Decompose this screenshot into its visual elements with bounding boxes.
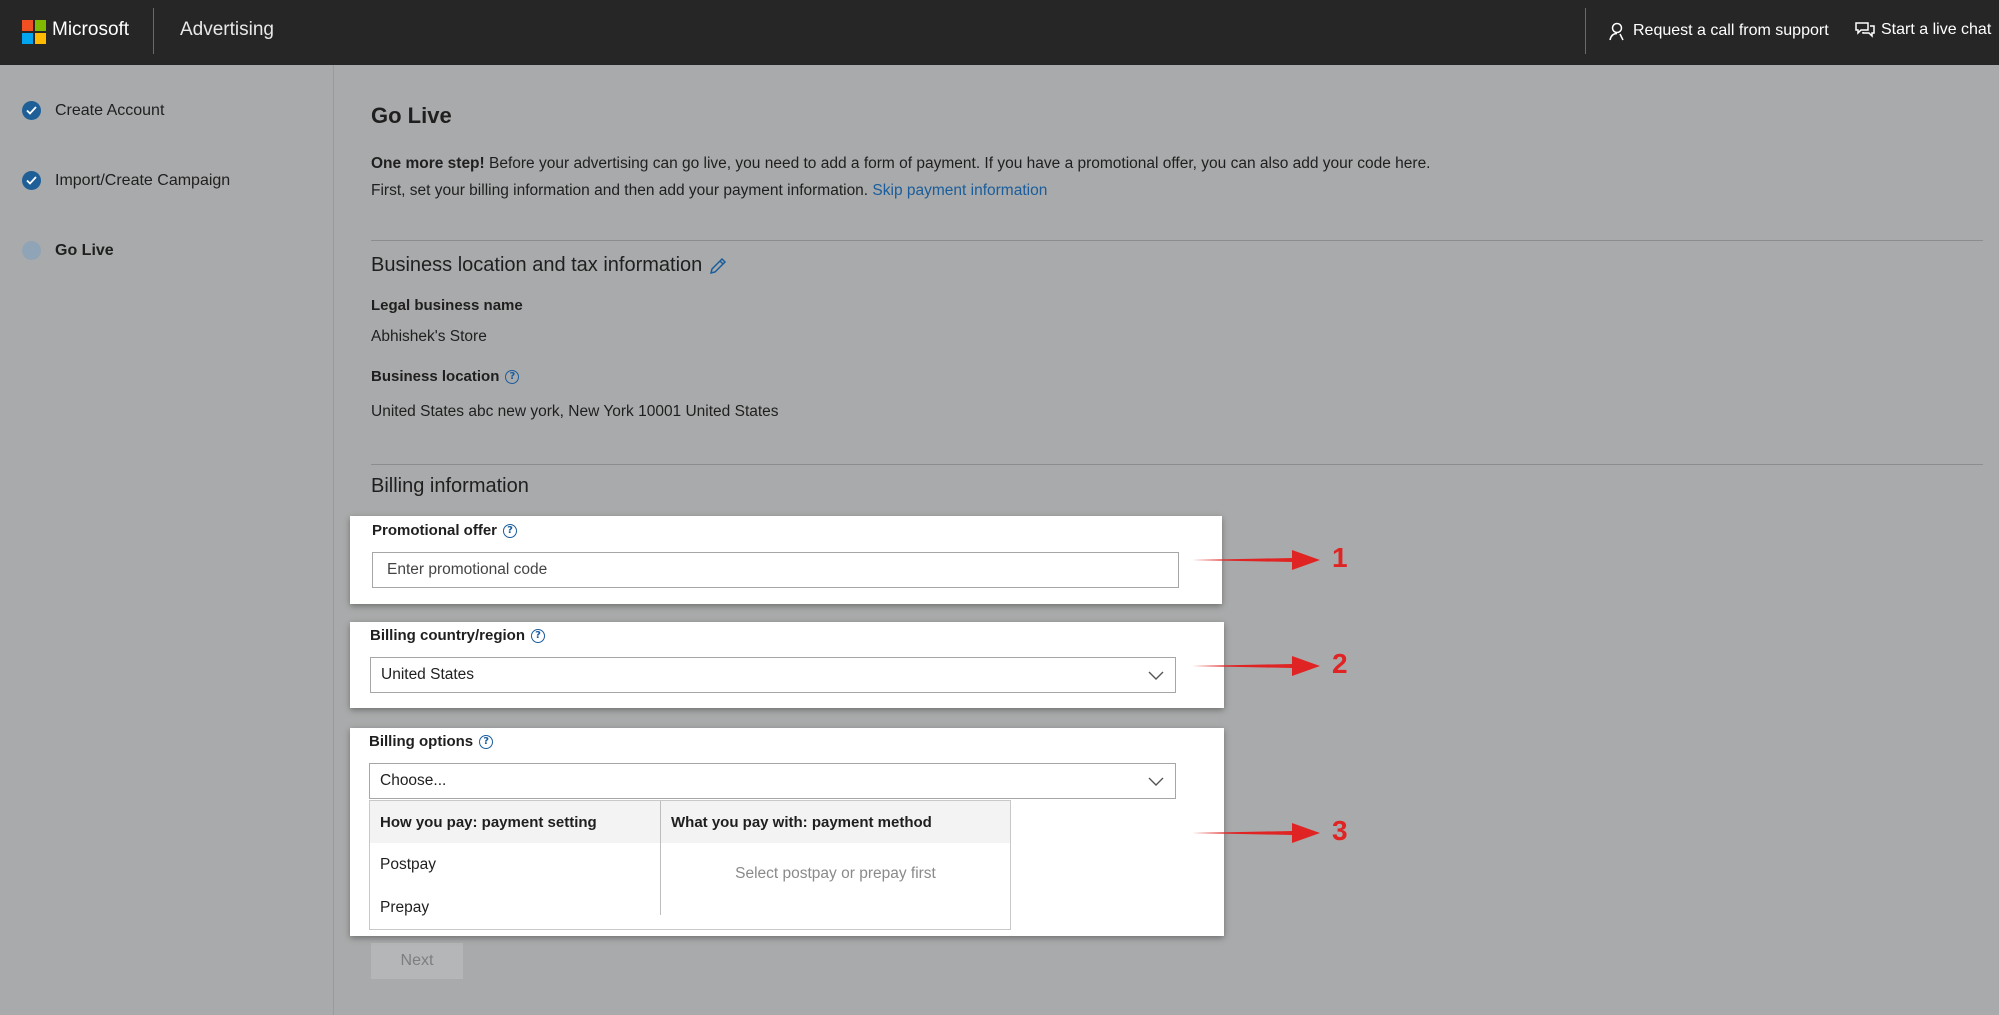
annotation-number-3: 3 — [1332, 815, 1348, 846]
promotional-offer-panel: Promotional offer ? Enter promotional co… — [350, 516, 1222, 604]
intro-line-2: First, set your billing information and … — [371, 182, 873, 199]
live-chat-label: Start a live chat — [1881, 21, 1992, 38]
skip-payment-link[interactable]: Skip payment information — [872, 182, 1047, 199]
chat-bubbles-icon — [1855, 22, 1875, 38]
intro-line-1: Before your advertising can go live, you… — [484, 155, 1431, 172]
top-bar: Microsoft Advertising Request a call fro… — [0, 0, 1999, 65]
business-location-text: Business location — [371, 368, 500, 385]
sidebar-steps: Create Account Import/Create Campaign Go… — [0, 65, 334, 1015]
business-section-label: Business location and tax information — [371, 254, 703, 276]
intro-text: One more step! Before your advertising c… — [371, 150, 1431, 204]
annotation-arrow-1 — [1192, 550, 1320, 570]
request-call-label: Request a call from support — [1633, 22, 1829, 39]
business-section-title: Business location and tax information — [371, 254, 728, 277]
chevron-down-icon — [1148, 777, 1164, 786]
current-step-dot-icon — [22, 241, 41, 260]
next-button[interactable]: Next — [371, 943, 463, 979]
step-import-create-campaign[interactable]: Import/Create Campaign — [22, 171, 230, 190]
brand-name[interactable]: Microsoft — [52, 19, 129, 41]
intro-bold: One more step! — [371, 155, 485, 172]
billing-options-panel: Billing options ? Choose... How you pay:… — [350, 728, 1224, 936]
promo-label-text: Promotional offer — [372, 522, 498, 539]
payment-method-empty: Select postpay or prepay first — [735, 865, 936, 882]
payment-method-column: What you pay with: payment method Select… — [661, 801, 1010, 883]
billing-section-label: Billing information — [371, 475, 529, 497]
help-icon[interactable]: ? — [479, 734, 494, 749]
option-prepay[interactable]: Prepay — [370, 886, 660, 929]
step-go-live[interactable]: Go Live — [22, 241, 114, 260]
options-label-text: Billing options — [369, 733, 474, 750]
payment-setting-column: How you pay: payment setting Postpay Pre… — [370, 801, 660, 929]
legal-name-label: Legal business name — [371, 297, 523, 314]
business-location-label: Business location ? — [371, 368, 520, 385]
microsoft-logo-icon[interactable] — [22, 20, 46, 44]
annotation-number-2: 2 — [1332, 648, 1348, 679]
checkmark-icon — [22, 171, 41, 190]
billing-country-select[interactable]: United States — [370, 657, 1176, 693]
annotation-arrow-2 — [1192, 656, 1320, 676]
section-divider — [371, 240, 1983, 241]
legal-name-value: Abhishek's Store — [371, 328, 487, 345]
product-name[interactable]: Advertising — [180, 19, 274, 41]
billing-options-dropdown: How you pay: payment setting Postpay Pre… — [369, 800, 1011, 930]
request-call-button[interactable]: Request a call from support — [1607, 21, 1829, 41]
country-label: Billing country/region ? — [370, 627, 546, 644]
live-chat-button[interactable]: Start a live chat — [1855, 21, 1991, 39]
billing-country-value: United States — [381, 666, 475, 683]
promo-label: Promotional offer ? — [372, 522, 518, 539]
help-icon[interactable]: ? — [505, 369, 520, 384]
step-create-account[interactable]: Create Account — [22, 101, 164, 120]
checkmark-icon — [22, 101, 41, 120]
help-icon[interactable]: ? — [531, 628, 546, 643]
step-label: Create Account — [55, 101, 165, 119]
header-divider-right — [1585, 8, 1586, 54]
promo-code-placeholder: Enter promotional code — [387, 561, 548, 578]
help-icon[interactable]: ? — [503, 523, 518, 538]
payment-method-header: What you pay with: payment method — [661, 801, 1010, 843]
chevron-down-icon — [1148, 671, 1164, 680]
billing-options-select[interactable]: Choose... — [369, 763, 1176, 799]
billing-options-value: Choose... — [380, 772, 447, 789]
page-title: Go Live — [371, 103, 452, 128]
country-label-text: Billing country/region — [370, 627, 526, 644]
section-divider — [371, 464, 1983, 465]
options-label: Billing options ? — [369, 733, 494, 750]
billing-section-title: Billing information — [371, 475, 529, 498]
payment-setting-header: How you pay: payment setting — [370, 801, 660, 843]
step-label: Import/Create Campaign — [55, 171, 231, 189]
person-headset-icon — [1609, 22, 1624, 41]
annotation-number-1: 1 — [1332, 542, 1348, 573]
promo-code-input[interactable]: Enter promotional code — [372, 552, 1179, 588]
billing-country-panel: Billing country/region ? United States — [350, 622, 1224, 708]
annotation-arrow-3 — [1192, 823, 1320, 843]
business-location-value: United States abc new york, New York 100… — [371, 403, 779, 420]
pencil-edit-icon[interactable] — [708, 256, 728, 276]
option-postpay[interactable]: Postpay — [370, 843, 660, 886]
step-label: Go Live — [55, 241, 114, 259]
header-divider — [153, 8, 154, 54]
